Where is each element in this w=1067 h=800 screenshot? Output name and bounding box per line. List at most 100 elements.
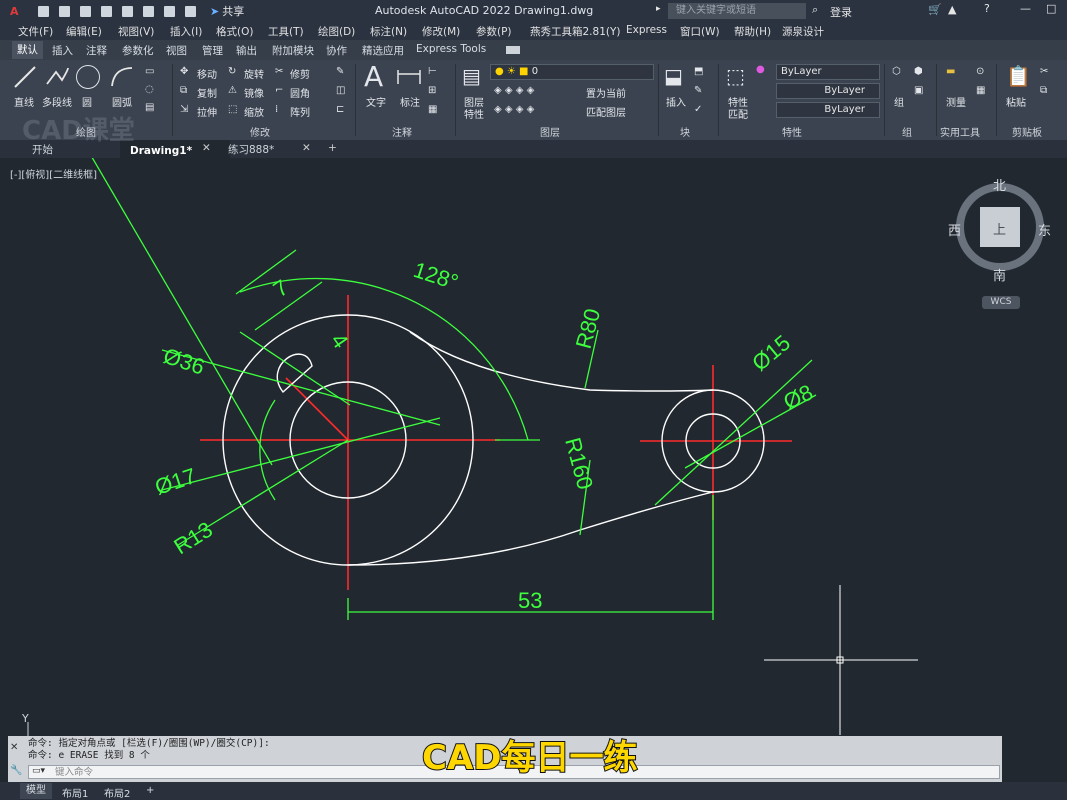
array-icon[interactable]: ⁞	[275, 104, 278, 115]
autocad-logo-icon[interactable]: A	[10, 5, 28, 18]
tab-parametric[interactable]: 参数化	[122, 43, 154, 58]
menu-format[interactable]: 格式(O)	[216, 24, 253, 39]
stretch-icon[interactable]: ⇲	[180, 104, 188, 115]
maximize-icon[interactable]: □	[1046, 2, 1056, 15]
menu-draw[interactable]: 绘图(D)	[318, 24, 355, 39]
copy-icon[interactable]: ⧉	[180, 85, 187, 96]
move-button[interactable]: 移动	[197, 66, 217, 81]
search-input[interactable]: 键入关键字或短语	[668, 3, 806, 19]
leader-icon[interactable]: ⊢	[428, 66, 437, 77]
color-dropdown[interactable]: ByLayer	[776, 64, 880, 80]
search-expand-icon[interactable]: ▸	[656, 4, 661, 14]
close-tab-icon-2[interactable]: ✕	[302, 142, 311, 154]
group-edit-icon[interactable]: ▣	[914, 85, 923, 96]
paste-button[interactable]: 粘贴	[1006, 94, 1026, 109]
polyline-icon[interactable]	[44, 64, 70, 90]
block-panel-title[interactable]: 块	[680, 124, 690, 139]
annotation-panel-title[interactable]: 注释	[392, 124, 412, 139]
utilities-panel-title[interactable]: 实用工具	[940, 124, 980, 139]
menu-file[interactable]: 文件(F)	[18, 24, 53, 39]
arc-button[interactable]: 圆弧	[112, 94, 132, 109]
menu-window[interactable]: 窗口(W)	[680, 24, 720, 39]
line-icon[interactable]	[12, 64, 38, 90]
group-button[interactable]: 组	[894, 94, 904, 109]
fillet-icon[interactable]: ⌐	[275, 85, 283, 96]
help-icon[interactable]: ?	[984, 2, 990, 15]
tab-addins[interactable]: 附加模块	[272, 43, 314, 58]
copy-button[interactable]: 复制	[197, 85, 217, 100]
add-layout-icon[interactable]: +	[146, 785, 154, 796]
menu-yanxiu[interactable]: 燕秀工具箱2.81(Y)	[530, 24, 621, 39]
practice-tab[interactable]: 练习888*	[228, 142, 274, 157]
wcs-menu[interactable]: WCS	[982, 296, 1020, 309]
table-icon[interactable]: ▤	[145, 102, 154, 113]
offset-icon[interactable]: ⊏	[336, 104, 344, 115]
layer-properties-button-2[interactable]: 特性	[464, 106, 484, 121]
array-button[interactable]: 阵列	[290, 104, 310, 119]
drawing1-tab[interactable]: Drawing1*	[120, 140, 230, 158]
text-button[interactable]: 文字	[366, 94, 386, 109]
mirror-button[interactable]: 镜像	[244, 85, 264, 100]
scale-button[interactable]: 缩放	[244, 104, 264, 119]
tab-express-tools[interactable]: Express Tools	[416, 43, 486, 55]
menu-help[interactable]: 帮助(H)	[734, 24, 771, 39]
measure-icon[interactable]: ▬	[946, 66, 955, 77]
insert-block-button[interactable]: 插入	[666, 94, 686, 109]
match-properties-button-2[interactable]: 匹配	[728, 106, 748, 121]
new-file-icon[interactable]	[38, 5, 49, 17]
viewcube-west[interactable]: 西	[948, 220, 961, 239]
tab-home[interactable]: 默认	[12, 41, 43, 59]
save-as-icon[interactable]	[101, 5, 112, 17]
share-icon[interactable]: ➤	[210, 5, 219, 18]
rotate-icon[interactable]: ↻	[228, 66, 236, 77]
explode-icon[interactable]: ◫	[336, 85, 345, 96]
tab-featured-apps[interactable]: 精选应用	[362, 43, 404, 58]
menu-edit[interactable]: 编辑(E)	[66, 24, 102, 39]
paste-icon[interactable]: 📋	[1006, 64, 1031, 88]
menu-modify[interactable]: 修改(M)	[422, 24, 460, 39]
tab-collaborate[interactable]: 协作	[326, 43, 347, 58]
arc-icon[interactable]	[108, 64, 134, 90]
block-attr-icon[interactable]: ✓	[694, 104, 702, 115]
copy-clip-icon[interactable]: ⧉	[1040, 85, 1047, 96]
match-properties-icon[interactable]: ⬚	[726, 64, 745, 88]
stretch-button[interactable]: 拉伸	[197, 104, 217, 119]
layer-tools-icon-2[interactable]: ◈ ◈ ◈ ◈	[494, 104, 534, 115]
tab-view[interactable]: 视图	[166, 43, 187, 58]
open-file-icon[interactable]	[59, 5, 70, 17]
create-block-icon[interactable]: ⬒	[694, 66, 703, 77]
edit-block-icon[interactable]: ✎	[694, 85, 702, 96]
table-insert-icon[interactable]: ⊞	[428, 85, 436, 96]
close-tab-icon[interactable]: ✕	[202, 142, 211, 154]
rectangle-icon[interactable]: ▭	[145, 66, 154, 77]
tab-annotate[interactable]: 注释	[86, 43, 107, 58]
group-icon[interactable]: ⬡	[892, 66, 901, 77]
groups-panel-title[interactable]: 组	[902, 124, 912, 139]
properties-panel-title[interactable]: 特性	[782, 124, 802, 139]
circle-icon[interactable]	[76, 65, 100, 89]
layer-tools-icon[interactable]: ◈ ◈ ◈ ◈	[494, 85, 534, 96]
insert-block-icon[interactable]: ⬓	[664, 64, 683, 88]
scale-icon[interactable]: ⬚	[228, 104, 237, 115]
tab-output[interactable]: 输出	[236, 43, 257, 58]
menu-view[interactable]: 视图(V)	[118, 24, 154, 39]
viewcube-south[interactable]: 南	[993, 265, 1006, 284]
erase-icon[interactable]: ✎	[336, 66, 344, 77]
polyline-button[interactable]: 多段线	[42, 94, 72, 109]
layer-dropdown[interactable]: ● ☀ ■ 0	[490, 64, 654, 80]
text-icon[interactable]: A	[364, 60, 383, 93]
mtext-icon[interactable]: ▦	[428, 104, 437, 115]
rotate-button[interactable]: 旋转	[244, 66, 264, 81]
move-icon[interactable]: ✥	[180, 66, 188, 77]
ribbon-minimize-icon[interactable]	[506, 46, 520, 54]
save-icon[interactable]	[80, 5, 91, 17]
cut-icon[interactable]: ✂	[1040, 66, 1048, 77]
viewcube-top[interactable]: 上	[993, 219, 1006, 238]
tab-insert[interactable]: 插入	[52, 43, 73, 58]
model-tab[interactable]: 模型	[20, 783, 52, 799]
make-current-button[interactable]: 置为当前	[586, 85, 626, 100]
circle-button[interactable]: 圆	[82, 94, 92, 109]
id-point-icon[interactable]: ⊙	[976, 66, 984, 77]
menu-dimension[interactable]: 标注(N)	[370, 24, 407, 39]
undo-icon[interactable]	[164, 5, 175, 17]
